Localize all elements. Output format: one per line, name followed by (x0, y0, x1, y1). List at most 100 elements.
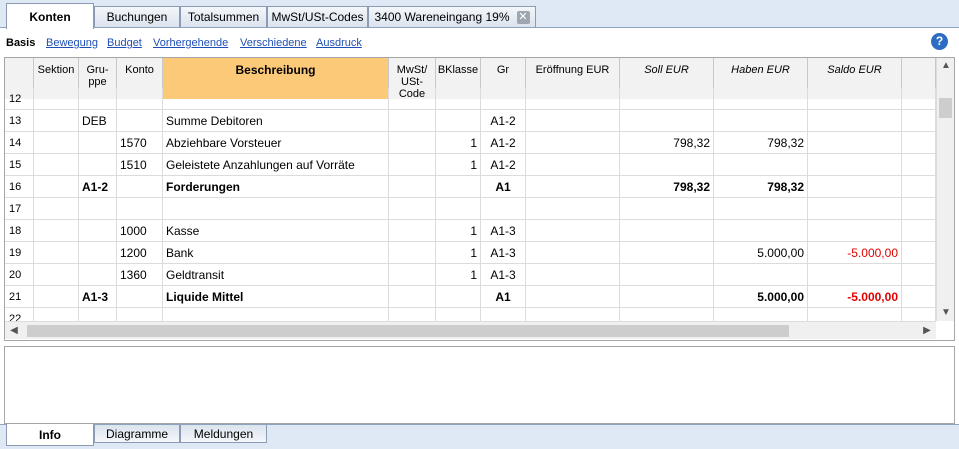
cell-gruppe[interactable] (79, 242, 117, 264)
cell-gruppe[interactable] (79, 198, 117, 220)
cell-sektion[interactable] (34, 242, 79, 264)
cell-beschreibung[interactable]: Kasse (163, 220, 389, 242)
cell-saldo[interactable] (808, 198, 902, 220)
cell-gr[interactable]: A1 (481, 176, 526, 198)
cell-haben[interactable] (714, 220, 808, 242)
cell-beschreibung[interactable]: Summe Debitoren (163, 110, 389, 132)
cell-beschreibung[interactable]: Forderungen (163, 176, 389, 198)
cell-saldo[interactable] (808, 110, 902, 132)
table-row[interactable]: 12 (5, 88, 936, 110)
cell-extra[interactable] (902, 110, 936, 132)
cell-sektion[interactable] (34, 286, 79, 308)
cell-haben[interactable] (714, 154, 808, 176)
cell-eroeffnung[interactable] (526, 88, 620, 110)
view-verschiedene[interactable]: Verschiedene (240, 37, 307, 49)
view-ausdruck[interactable]: Ausdruck (316, 37, 362, 49)
tab-meldungen[interactable]: Meldungen (180, 425, 267, 443)
help-icon[interactable]: ? (931, 33, 948, 50)
cell-gruppe[interactable] (79, 220, 117, 242)
cell-eroeffnung[interactable] (526, 220, 620, 242)
cell-soll[interactable] (620, 198, 714, 220)
cell-haben[interactable]: 5.000,00 (714, 242, 808, 264)
cell-extra[interactable] (902, 176, 936, 198)
cell-extra[interactable] (902, 286, 936, 308)
cell-eroeffnung[interactable] (526, 176, 620, 198)
cell-eroeffnung[interactable] (526, 242, 620, 264)
close-icon[interactable]: ✕ (516, 10, 530, 24)
cell-beschreibung[interactable]: Geldtransit (163, 264, 389, 286)
view-vorhergehende[interactable]: Vorhergehende (153, 37, 228, 49)
cell-mwst-code[interactable] (389, 220, 436, 242)
cell-saldo[interactable] (808, 264, 902, 286)
row-number[interactable]: 13 (5, 110, 34, 132)
cell-saldo[interactable] (808, 176, 902, 198)
tab-info[interactable]: Info (6, 424, 94, 446)
cell-mwst-code[interactable] (389, 198, 436, 220)
tab-konten[interactable]: Konten (6, 3, 94, 29)
cell-mwst-code[interactable] (389, 286, 436, 308)
table-row[interactable]: 16 A1-2 Forderungen A1 798,32 798,32 (5, 176, 936, 198)
cell-haben[interactable] (714, 88, 808, 110)
cell-beschreibung[interactable]: Bank (163, 242, 389, 264)
cell-extra[interactable] (902, 264, 936, 286)
cell-konto[interactable] (117, 198, 163, 220)
cell-konto[interactable] (117, 110, 163, 132)
cell-sektion[interactable] (34, 154, 79, 176)
cell-saldo[interactable] (808, 132, 902, 154)
cell-mwst-code[interactable] (389, 264, 436, 286)
cell-soll[interactable] (620, 220, 714, 242)
scroll-up-icon[interactable]: ▲ (937, 58, 954, 74)
tab-mwst-codes[interactable]: MwSt/USt-Codes (267, 6, 368, 27)
table-row[interactable]: 13 DEB Summe Debitoren A1-2 (5, 110, 936, 132)
cell-beschreibung[interactable]: Geleistete Anzahlungen auf Vorräte (163, 154, 389, 176)
table-row[interactable]: 19 1200 Bank 1 A1-3 5.000,00 -5.000,00 (5, 242, 936, 264)
cell-gr[interactable] (481, 88, 526, 110)
table-row[interactable]: 14 1570 Abziehbare Vorsteuer 1 A1-2 798,32 798… (5, 132, 936, 154)
cell-sektion[interactable] (34, 132, 79, 154)
cell-gr[interactable] (481, 198, 526, 220)
table-row[interactable]: 15 1510 Geleistete Anzahlungen auf Vorräte… (5, 154, 936, 176)
cell-extra[interactable] (902, 132, 936, 154)
row-number[interactable]: 18 (5, 220, 34, 242)
cell-saldo[interactable]: -5.000,00 (808, 286, 902, 308)
vertical-scroll-thumb[interactable] (939, 98, 952, 118)
cell-eroeffnung[interactable] (526, 286, 620, 308)
cell-bklasse[interactable] (436, 286, 481, 308)
cell-extra[interactable] (902, 88, 936, 110)
cell-gruppe[interactable] (79, 132, 117, 154)
cell-bklasse[interactable] (436, 110, 481, 132)
horizontal-scrollbar[interactable]: ◀ ▶ (5, 321, 936, 339)
cell-bklasse[interactable] (436, 176, 481, 198)
cell-gr[interactable]: A1-3 (481, 264, 526, 286)
cell-eroeffnung[interactable] (526, 154, 620, 176)
cell-konto[interactable]: 1570 (117, 132, 163, 154)
cell-bklasse[interactable]: 1 (436, 242, 481, 264)
cell-haben[interactable] (714, 198, 808, 220)
cell-beschreibung[interactable]: Abziehbare Vorsteuer (163, 132, 389, 154)
tab-diagramme[interactable]: Diagramme (94, 425, 180, 443)
cell-sektion[interactable] (34, 176, 79, 198)
cell-soll[interactable] (620, 110, 714, 132)
cell-mwst-code[interactable] (389, 154, 436, 176)
table-row[interactable]: 21 A1-3 Liquide Mittel A1 5.000,00 -5.000,00 (5, 286, 936, 308)
cell-haben[interactable]: 5.000,00 (714, 286, 808, 308)
cell-haben[interactable] (714, 264, 808, 286)
cell-sektion[interactable] (34, 220, 79, 242)
cell-soll[interactable] (620, 242, 714, 264)
cell-haben[interactable]: 798,32 (714, 176, 808, 198)
tab-buchungen[interactable]: Buchungen (94, 6, 180, 27)
cell-eroeffnung[interactable] (526, 132, 620, 154)
cell-gr[interactable]: A1 (481, 286, 526, 308)
cell-extra[interactable] (902, 242, 936, 264)
cell-konto[interactable] (117, 88, 163, 110)
cell-konto[interactable]: 1000 (117, 220, 163, 242)
view-bewegung[interactable]: Bewegung (46, 37, 98, 49)
view-budget[interactable]: Budget (107, 37, 142, 49)
cell-bklasse[interactable]: 1 (436, 220, 481, 242)
cell-gr[interactable]: A1-3 (481, 220, 526, 242)
row-number[interactable]: 19 (5, 242, 34, 264)
cell-haben[interactable]: 798,32 (714, 132, 808, 154)
cell-extra[interactable] (902, 198, 936, 220)
cell-konto[interactable] (117, 176, 163, 198)
cell-eroeffnung[interactable] (526, 110, 620, 132)
